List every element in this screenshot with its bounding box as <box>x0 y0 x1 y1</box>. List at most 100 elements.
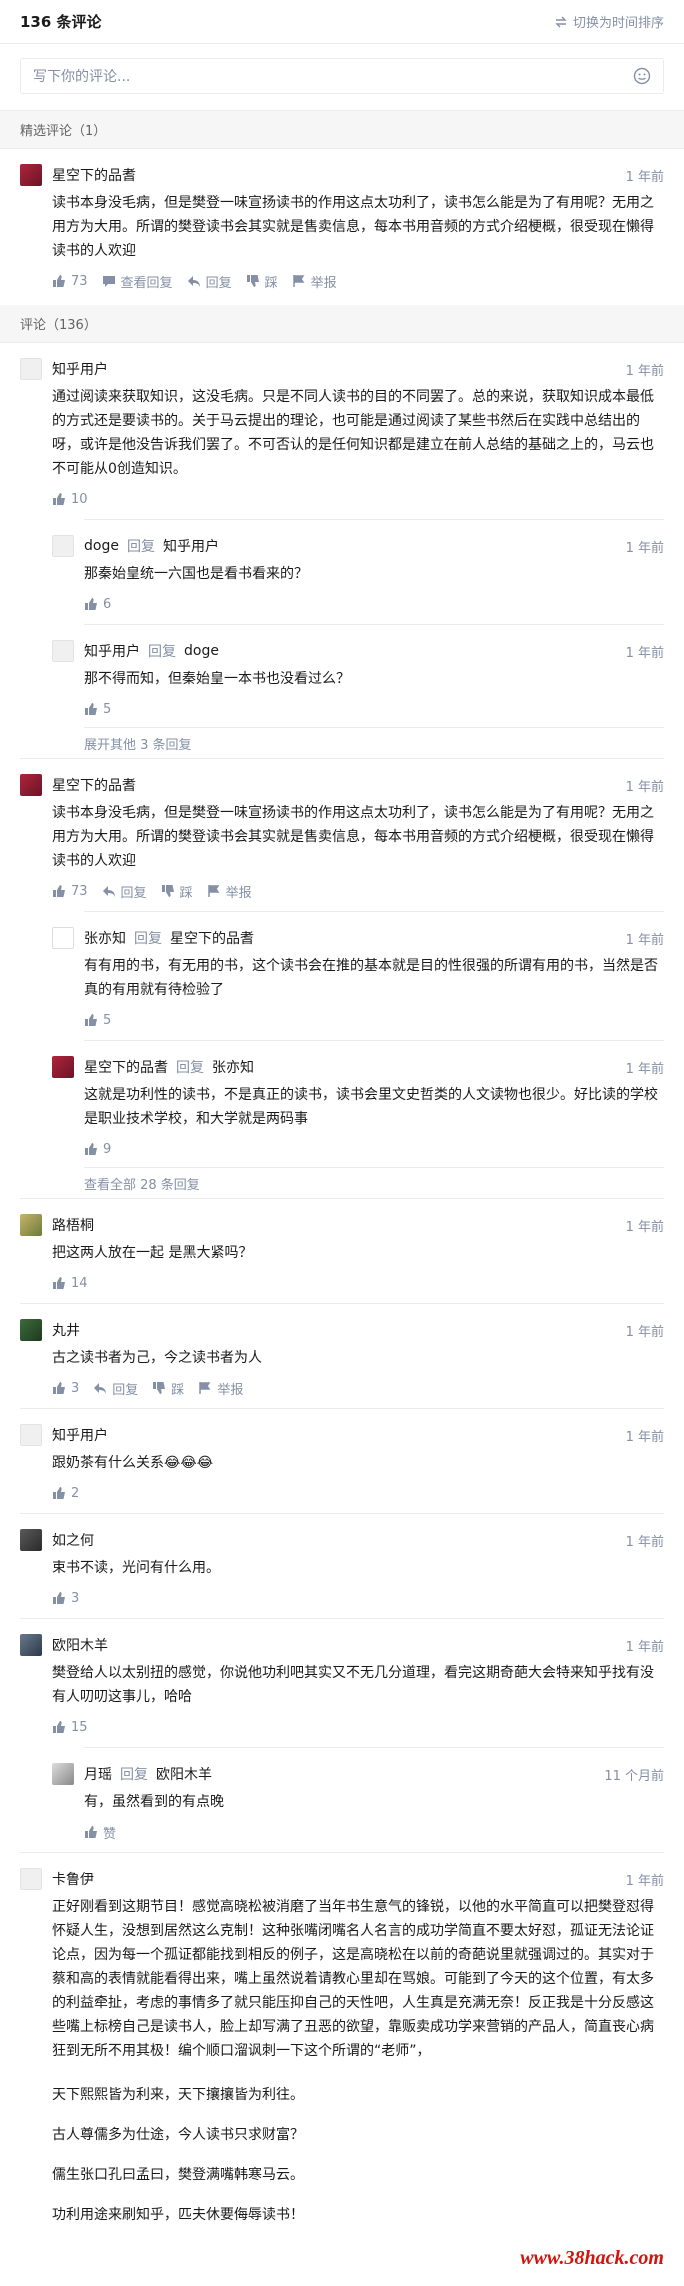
comment-paragraph: 古人尊儒多为仕途，今人读书只求财富？ <box>52 2127 304 2143</box>
like-button[interactable]: 5 <box>84 1013 111 1028</box>
comment-time: 1 年前 <box>625 1061 664 1077</box>
like-button[interactable]: 3 <box>52 1591 79 1606</box>
reply-item: doge 回复 知乎用户 1 年前 那秦始皇统一六国也是看书看来的？ 6 <box>0 520 684 616</box>
thumbs-up-icon <box>85 703 97 715</box>
avatar[interactable] <box>20 1424 42 1446</box>
reply-word: 回复 <box>120 1767 148 1783</box>
like-button[interactable]: 赞 <box>84 1823 116 1842</box>
featured-comment: 星空下的品耆 1 年前 读书本身没毛病，但是樊登一味宣扬读书的作用这点太功利了，… <box>0 149 684 305</box>
avatar[interactable] <box>20 1529 42 1551</box>
report-label: 举报 <box>217 1382 244 1398</box>
like-button[interactable]: 73 <box>52 884 88 899</box>
thumbs-up-icon <box>53 1487 65 1499</box>
reply-author[interactable]: 星空下的品耆 <box>84 1057 168 1077</box>
comment-input[interactable]: 写下你的评论... <box>20 58 664 94</box>
reply-button[interactable]: 回复 <box>102 882 147 901</box>
like-button[interactable]: 73 <box>52 274 88 289</box>
expand-replies-button[interactable]: 展开其他 3 条回复 <box>0 728 684 758</box>
sort-switch-label: 切换为时间排序 <box>572 16 664 31</box>
report-button[interactable]: 举报 <box>292 272 337 291</box>
thumbs-up-icon <box>85 1143 97 1155</box>
comment-count: 136 条评论 <box>20 13 102 31</box>
reply-author[interactable]: 张亦知 <box>84 928 126 948</box>
reply-target[interactable]: doge <box>184 643 219 659</box>
comment-author[interactable]: 知乎用户 <box>52 1425 108 1445</box>
comment-time: 11 个月前 <box>604 1768 664 1784</box>
reply-target[interactable]: 星空下的品耆 <box>170 928 254 948</box>
comment-author[interactable]: 路梧桐 <box>52 1215 94 1235</box>
like-button[interactable]: 3 <box>52 1381 79 1396</box>
reply-label: 回复 <box>205 275 232 291</box>
avatar[interactable] <box>20 1319 42 1341</box>
comment-author[interactable]: 如之何 <box>52 1530 94 1550</box>
comment-author[interactable]: 欧阳木羊 <box>52 1635 108 1655</box>
comment-text: 有，虽然看到的有点晚 <box>84 1794 224 1810</box>
comment-item: 路梧桐 1 年前 把这两人放在一起 是黑大紧吗？ 14 <box>0 1199 684 1295</box>
comment-author[interactable]: 丸井 <box>52 1320 80 1340</box>
comment-item: 知乎用户 1 年前 跟奶茶有什么关系😂😂😂 2 <box>0 1409 684 1505</box>
like-button[interactable]: 2 <box>52 1486 79 1501</box>
comments-header: 136 条评论 切换为时间排序 <box>0 0 684 44</box>
avatar[interactable] <box>52 1763 74 1785</box>
avatar[interactable] <box>20 774 42 796</box>
comment-time: 1 年前 <box>625 169 664 185</box>
like-count: 73 <box>71 883 88 899</box>
dislike-button[interactable]: 踩 <box>152 1379 184 1398</box>
avatar[interactable] <box>52 535 74 557</box>
comment-text: 古之读书者为己，今之读书者为人 <box>52 1350 262 1366</box>
avatar[interactable] <box>20 1634 42 1656</box>
like-count: 3 <box>71 1590 80 1606</box>
thumbs-up-icon <box>85 1014 97 1026</box>
avatar[interactable] <box>52 640 74 662</box>
reply-author[interactable]: 知乎用户 <box>84 641 140 661</box>
sort-switch-button[interactable]: 切换为时间排序 <box>555 12 664 31</box>
reply-word: 回复 <box>126 539 155 555</box>
like-button[interactable]: 10 <box>52 492 88 507</box>
comment-input-placeholder: 写下你的评论... <box>33 69 131 85</box>
avatar[interactable] <box>20 1214 42 1236</box>
like-button[interactable]: 9 <box>84 1142 111 1157</box>
avatar[interactable] <box>52 1056 74 1078</box>
comment-time: 1 年前 <box>625 779 664 795</box>
reply-author[interactable]: doge <box>84 538 119 554</box>
comment-time: 1 年前 <box>625 1324 664 1340</box>
report-button[interactable]: 举报 <box>207 882 252 901</box>
avatar[interactable] <box>20 1868 42 1890</box>
reply-icon <box>187 276 200 287</box>
report-button[interactable]: 举报 <box>198 1379 243 1398</box>
like-button[interactable]: 14 <box>52 1276 88 1291</box>
like-count: 5 <box>103 1012 112 1028</box>
comment-time: 1 年前 <box>625 1429 664 1445</box>
comment-time: 1 年前 <box>625 540 664 556</box>
like-button[interactable]: 5 <box>84 702 111 717</box>
reply-target[interactable]: 知乎用户 <box>163 536 219 556</box>
comment-item: 卡鲁伊 1 年前 正好刚看到这期节目！感觉高晓松被消磨了当年书生意气的锋锐，以他… <box>0 1853 684 2227</box>
view-replies-label: 查看回复 <box>120 275 173 291</box>
reply-target[interactable]: 欧阳木羊 <box>156 1764 212 1784</box>
reply-button[interactable]: 回复 <box>93 1379 138 1398</box>
view-all-replies-button[interactable]: 查看全部 28 条回复 <box>0 1168 684 1198</box>
like-button[interactable]: 6 <box>84 597 111 612</box>
like-count: 73 <box>71 273 88 289</box>
like-button[interactable]: 15 <box>52 1720 88 1735</box>
avatar[interactable] <box>20 358 42 380</box>
thumbs-down-icon <box>153 1382 166 1394</box>
reply-label: 回复 <box>120 885 147 901</box>
reply-author[interactable]: 月瑶 <box>84 1764 112 1784</box>
reply-button[interactable]: 回复 <box>187 272 232 291</box>
avatar[interactable] <box>52 927 74 949</box>
avatar[interactable] <box>20 164 42 186</box>
comment-item: 星空下的品耆 1 年前 读书本身没毛病，但是樊登一味宣扬读书的作用这点太功利了，… <box>0 759 684 903</box>
comment-time: 1 年前 <box>625 363 664 379</box>
reply-target[interactable]: 张亦知 <box>212 1057 254 1077</box>
comment-time: 1 年前 <box>625 1534 664 1550</box>
comment-author[interactable]: 卡鲁伊 <box>52 1869 94 1889</box>
dislike-label: 踩 <box>264 275 278 291</box>
view-replies-button[interactable]: 查看回复 <box>102 272 173 291</box>
dislike-button[interactable]: 踩 <box>246 272 278 291</box>
comment-author[interactable]: 知乎用户 <box>52 359 108 379</box>
dislike-button[interactable]: 踩 <box>161 882 193 901</box>
emoji-icon[interactable] <box>633 67 651 85</box>
comment-author[interactable]: 星空下的品耆 <box>52 775 136 795</box>
comment-author[interactable]: 星空下的品耆 <box>52 165 136 185</box>
